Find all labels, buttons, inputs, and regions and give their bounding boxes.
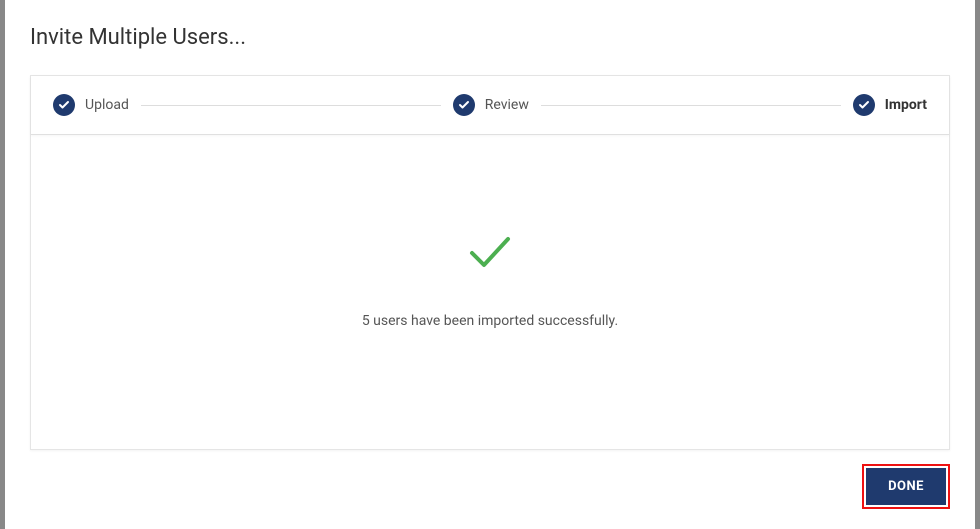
result-message: 5 users have been imported successfully. xyxy=(362,313,618,329)
stepper: Upload Review Import xyxy=(31,76,949,135)
step-label: Review xyxy=(485,97,529,113)
step-connector xyxy=(541,105,841,106)
modal-footer: DONE xyxy=(30,464,950,509)
modal-title: Invite Multiple Users... xyxy=(30,25,950,50)
result-area: 5 users have been imported successfully. xyxy=(31,135,949,449)
step-connector xyxy=(141,105,441,106)
step-label: Upload xyxy=(85,97,129,113)
content-card: Upload Review Import xyxy=(30,75,950,450)
check-circle-icon xyxy=(453,94,475,116)
step-review: Review xyxy=(453,94,529,116)
done-button[interactable]: DONE xyxy=(866,468,946,505)
check-circle-icon xyxy=(53,94,75,116)
step-import: Import xyxy=(853,94,927,116)
step-label: Import xyxy=(885,97,927,113)
step-upload: Upload xyxy=(53,94,129,116)
done-button-highlight: DONE xyxy=(862,464,950,509)
success-check-icon xyxy=(468,235,512,273)
invite-users-modal: Invite Multiple Users... Upload Review xyxy=(5,0,975,529)
check-circle-icon xyxy=(853,94,875,116)
